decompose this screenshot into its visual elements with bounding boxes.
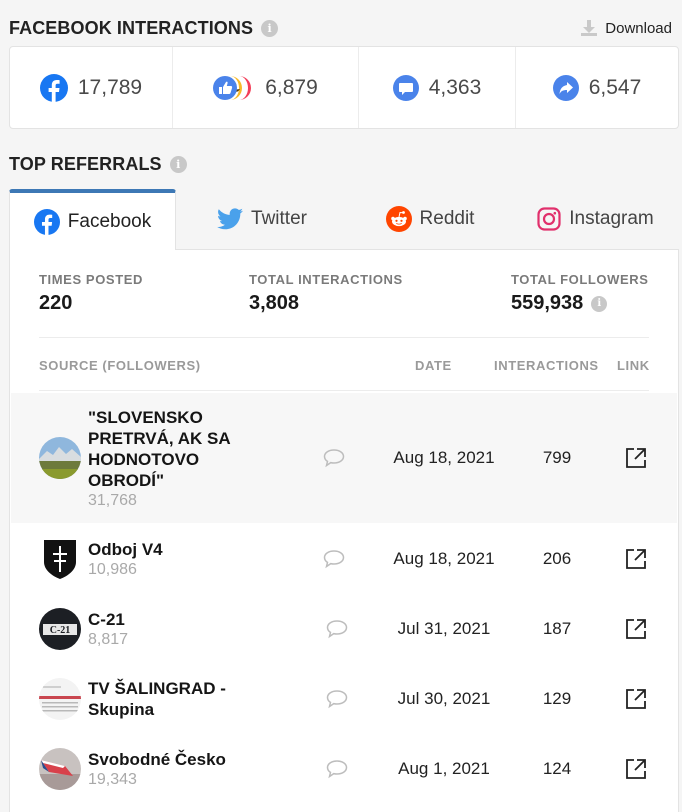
row-interactions: 187 [542,619,572,638]
info-icon[interactable]: i [591,295,608,312]
stat-value: 17,789 [77,75,143,99]
source-name[interactable]: TV ŠALINGRAD - Skupina [88,678,268,720]
total-followers: TOTAL FOLLOWERS 559,938 i [511,272,649,315]
facebook-interactions-header: FACEBOOK INTERACTIONS i [9,18,279,39]
total-followers-value: 559,938 [511,292,584,314]
column-date: DATE [415,358,452,373]
total-interactions: TOTAL INTERACTIONS 3,808 [249,272,403,315]
row-date: Aug 18, 2021 [393,448,495,467]
external-link-icon[interactable] [625,548,647,570]
table-row[interactable]: TV ŠALINGRAD - Skupina Jul 30, 2021 129 [11,668,677,730]
avatar [39,538,81,580]
source-followers: 10,986 [88,561,137,578]
source: Svobodné Česko 19,343 [88,749,226,789]
stat-value: 6,547 [588,75,642,99]
comment-icon[interactable] [325,759,349,779]
source-followers: 31,768 [88,491,137,509]
top-referrals-header: TOP REFERRALS i [9,154,187,175]
source-name[interactable]: "SLOVENSKO PRETRVÁ, AK SA HODNOTOVO OBRO… [88,407,268,491]
external-link-icon[interactable] [625,447,647,469]
source-name[interactable]: Svobodné Česko [88,749,226,770]
referral-tabs: Facebook Twitter Reddit Instagram [9,189,679,251]
avatar: C-21 [39,608,81,650]
column-link: LINK [617,358,650,373]
source-followers: 19,343 [88,771,137,788]
avatar [39,678,81,720]
tab-reddit[interactable]: Reddit [348,189,512,250]
source: "SLOVENSKO PRETRVÁ, AK SA HODNOTOVO OBRO… [88,407,268,510]
stat-total-interactions: 17,789 [10,47,173,128]
external-link-icon[interactable] [625,688,647,710]
source-name[interactable]: C-21 [88,609,128,630]
table-row[interactable]: Odboj V4 10,986 Aug 18, 2021 206 [11,528,677,590]
source: Odboj V4 10,986 [88,539,163,579]
download-button[interactable]: Download [580,19,672,37]
source-followers: 8,817 [88,631,129,648]
info-icon[interactable]: i [169,156,187,173]
tab-instagram[interactable]: Instagram [512,189,679,250]
comment-icon[interactable] [322,448,346,468]
external-link-icon[interactable] [625,618,647,640]
referral-summary: TIMES POSTED 220 TOTAL INTERACTIONS 3,80… [39,272,649,338]
source: C-21 8,817 [88,609,128,649]
total-followers-value-row: 559,938 i [511,292,649,315]
column-interactions: INTERACTIONS [494,358,599,373]
facebook-icon [39,73,68,102]
twitter-icon [217,208,244,230]
reddit-icon [385,206,412,232]
tab-label: Reddit [419,208,475,229]
tab-twitter[interactable]: Twitter [176,189,348,250]
share-icon [552,74,579,101]
interactions-summary-card: 17,789 6,879 4,363 6,547 [9,46,679,129]
row-date: Jul 30, 2021 [397,689,491,708]
download-label: Download [605,19,672,37]
info-icon[interactable]: i [261,20,279,37]
row-date: Aug 18, 2021 [393,549,495,568]
top-referrals-title: TOP REFERRALS [9,154,162,174]
row-interactions: 124 [542,759,572,778]
instagram-icon [537,207,561,231]
row-interactions: 206 [542,549,572,568]
referrals-table-header: SOURCE (FOLLOWERS) DATE INTERACTIONS LIN… [39,356,649,391]
download-icon [581,20,598,36]
tab-label: Facebook [67,211,152,232]
stat-comments: 4,363 [359,47,516,128]
tab-label: Instagram [569,208,654,229]
stat-value: 4,363 [428,75,482,99]
row-interactions: 799 [542,448,572,467]
table-row[interactable]: C-21 C-21 8,817 Jul 31, 2021 187 [11,598,677,660]
stat-value: 6,879 [265,75,318,99]
table-row[interactable]: Svobodné Česko 19,343 Aug 1, 2021 124 [11,738,677,800]
row-interactions: 129 [542,689,572,708]
comment-icon [392,74,419,101]
total-interactions-label: TOTAL INTERACTIONS [249,272,403,287]
comment-icon[interactable] [325,689,349,709]
avatar [39,748,81,790]
stat-reactions: 6,879 [173,47,359,128]
facebook-referrals-panel: TIMES POSTED 220 TOTAL INTERACTIONS 3,80… [9,250,679,812]
external-link-icon[interactable] [625,758,647,780]
comment-icon[interactable] [322,549,346,569]
svg-text:C-21: C-21 [50,625,71,636]
source: TV ŠALINGRAD - Skupina [88,678,268,720]
total-interactions-value: 3,808 [249,292,300,314]
source-name[interactable]: Odboj V4 [88,539,163,560]
times-posted-label: TIMES POSTED [39,272,143,287]
table-row[interactable]: "SLOVENSKO PRETRVÁ, AK SA HODNOTOVO OBRO… [11,393,677,523]
row-date: Jul 31, 2021 [397,619,491,638]
times-posted-value: 220 [39,292,73,314]
tab-label: Twitter [251,208,307,229]
reactions-icon [213,75,252,100]
total-followers-label: TOTAL FOLLOWERS [511,272,649,287]
times-posted: TIMES POSTED 220 [39,272,143,315]
column-source: SOURCE (FOLLOWERS) [39,358,201,373]
tab-facebook[interactable]: Facebook [9,189,176,251]
facebook-interactions-title: FACEBOOK INTERACTIONS [9,18,254,38]
stat-shares: 6,547 [516,47,678,128]
comment-icon[interactable] [325,619,349,639]
avatar [39,437,81,479]
facebook-icon [33,209,60,235]
row-date: Aug 1, 2021 [398,759,490,778]
